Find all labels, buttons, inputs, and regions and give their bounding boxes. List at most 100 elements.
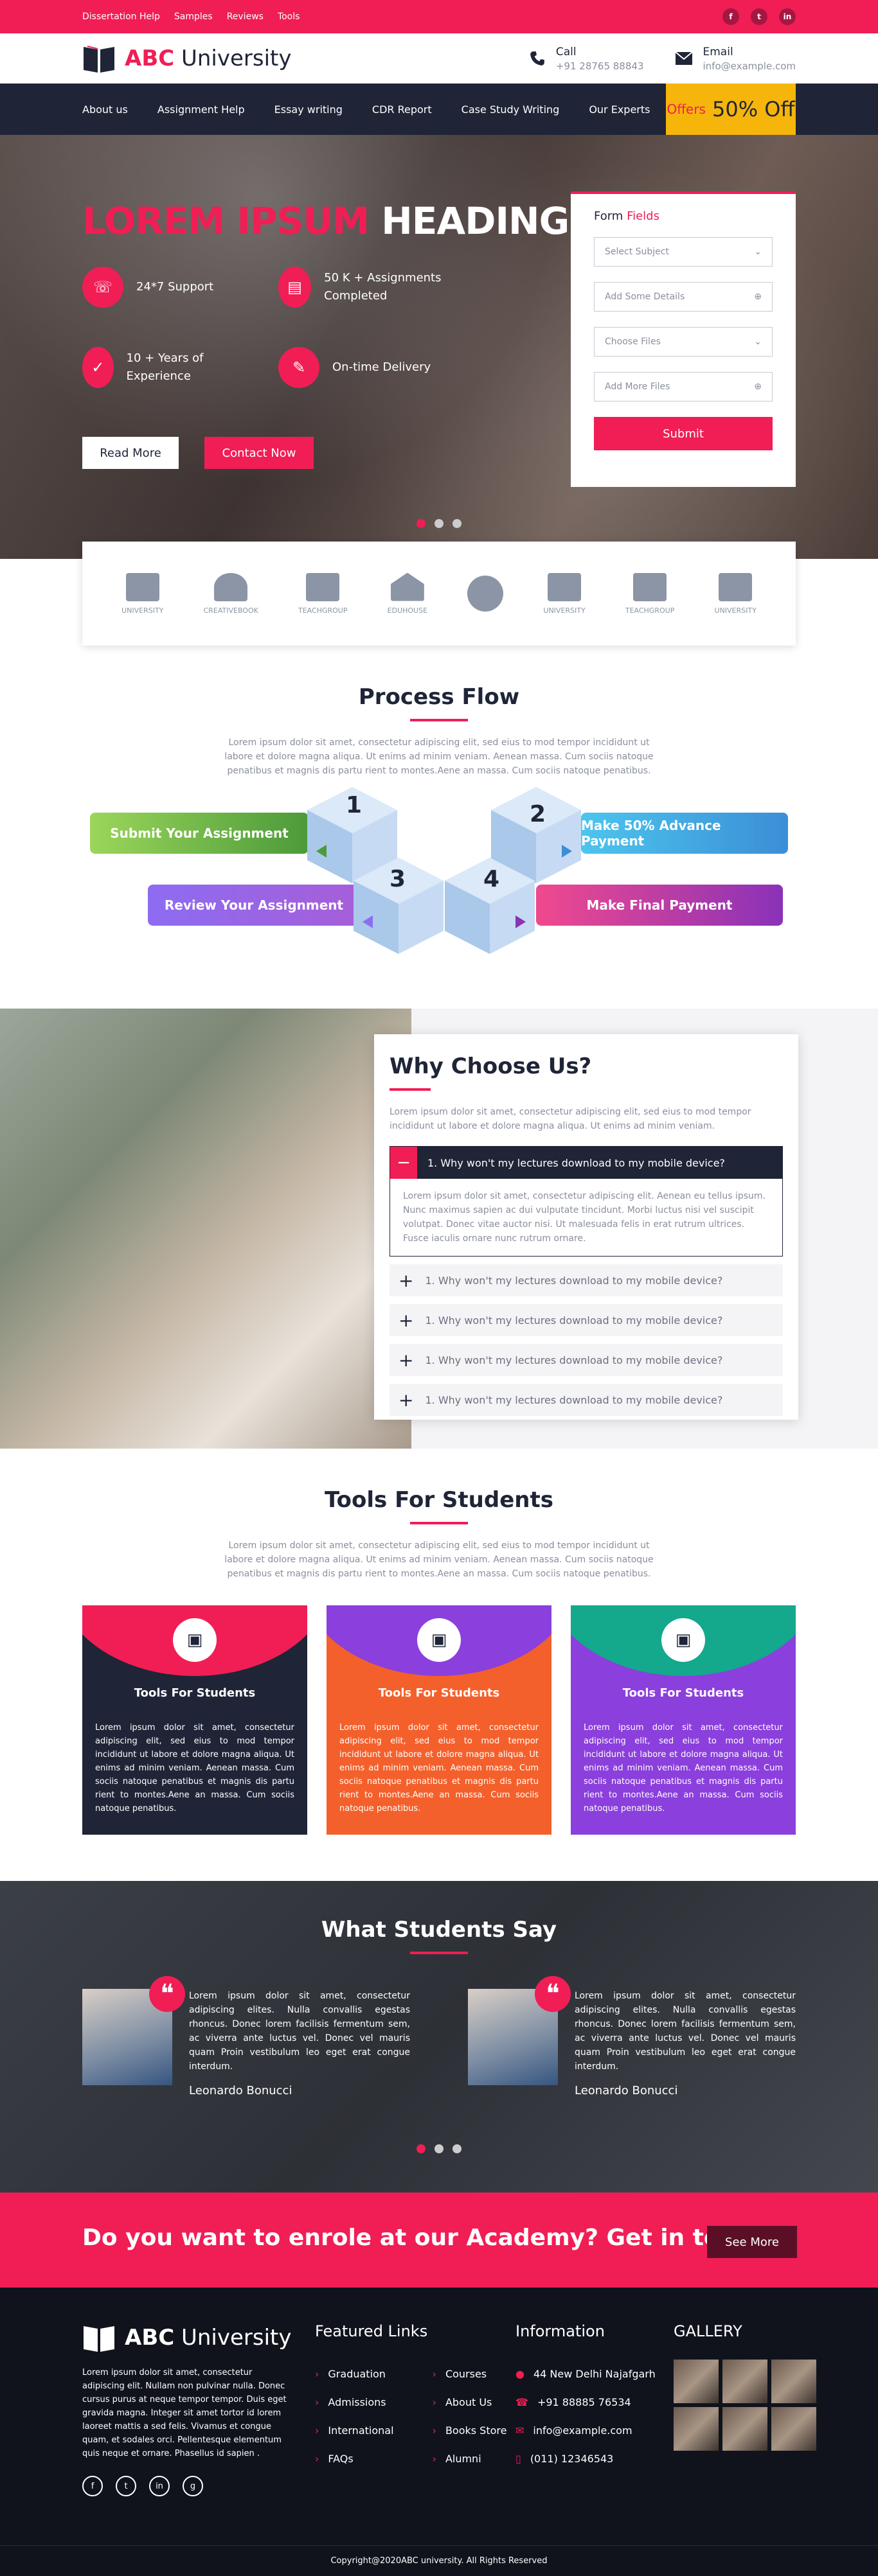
footer-link[interactable]: › About Us xyxy=(433,2388,507,2416)
footer-info-title: Information xyxy=(515,2322,605,2340)
logo[interactable]: ABC University xyxy=(82,43,292,74)
gallery-image[interactable] xyxy=(722,2360,767,2403)
plus-icon[interactable]: + xyxy=(399,1389,413,1411)
more-files-input[interactable]: Add More Files ⊕ xyxy=(594,372,773,401)
testimonials-title: What Students Say xyxy=(321,1917,557,1943)
slider-dot[interactable] xyxy=(435,519,443,528)
details-input[interactable]: Add Some Details ⊕ xyxy=(594,282,773,312)
tool-card-text: Lorem ipsum dolor sit amet, consectetur … xyxy=(584,1723,783,1813)
minus-icon[interactable]: − xyxy=(390,1147,417,1179)
faq-item[interactable]: +1. Why won't my lectures download to my… xyxy=(390,1264,783,1296)
nav-assignment-help[interactable]: Assignment Help xyxy=(157,103,245,116)
nav-essay-writing[interactable]: Essay writing xyxy=(274,103,343,116)
call-label: Call xyxy=(555,45,577,58)
slider-dot[interactable] xyxy=(417,2144,426,2153)
chevron-right-icon: › xyxy=(315,2452,319,2465)
quote-icon: ❝ xyxy=(535,1976,571,2012)
nav-about-us[interactable]: About us xyxy=(82,103,128,116)
feature-label: 10 + Years of Experience xyxy=(126,351,204,383)
faq-question[interactable]: − 1. Why won't my lectures download to m… xyxy=(390,1147,782,1179)
seal-logo-icon xyxy=(467,576,504,612)
faq-answer: Lorem ipsum dolor sit amet, consectetur … xyxy=(403,1191,766,1244)
testimonial-name: Leonardo Bonucci xyxy=(189,2084,292,2097)
top-links: Dissertation Help Samples Reviews Tools xyxy=(82,12,300,22)
plus-icon[interactable]: + xyxy=(399,1350,413,1371)
footer-link[interactable]: › Alumni xyxy=(433,2444,507,2473)
faq-question-text: 1. Why won't my lectures download to my … xyxy=(427,1156,725,1169)
main-nav: About us Assignment Help Essay writing C… xyxy=(0,84,878,135)
twitter-icon[interactable]: t xyxy=(116,2476,136,2496)
plus-icon[interactable]: + xyxy=(399,1270,413,1291)
faq-item[interactable]: +1. Why won't my lectures download to my… xyxy=(390,1384,783,1416)
offers-badge[interactable]: Offers 50% Off xyxy=(666,84,796,135)
contact-now-button[interactable]: Contact Now xyxy=(204,437,314,469)
student-photo: ❝ xyxy=(82,1976,185,2085)
tool-cards: ▣ Tools For Students Lorem ipsum dolor s… xyxy=(82,1605,796,1835)
testimonial-dots xyxy=(417,2144,461,2153)
footer-link[interactable]: › International xyxy=(315,2416,394,2444)
see-more-button[interactable]: See More xyxy=(707,2226,797,2258)
slider-dot[interactable] xyxy=(452,519,461,528)
footer-link[interactable]: › Admissions xyxy=(315,2388,394,2416)
chevron-down-icon: ⌄ xyxy=(754,337,762,347)
info-landline[interactable]: ▯ (011) 12346543 xyxy=(515,2444,656,2473)
top-link-samples[interactable]: Samples xyxy=(174,12,213,22)
gallery-image[interactable] xyxy=(722,2407,767,2451)
faq-question-text: 1. Why won't my lectures download to my … xyxy=(425,1314,723,1327)
testimonial-text: Lorem ipsum dolor sit amet, consectetur … xyxy=(575,1991,796,2072)
map-pin-icon: ● xyxy=(515,2367,524,2380)
subject-select[interactable]: Select Subject ⌄ xyxy=(594,237,773,267)
footer-logo[interactable]: ABC University xyxy=(82,2322,294,2353)
slider-dot[interactable] xyxy=(452,2144,461,2153)
info-phone[interactable]: ☎ +91 88885 76534 xyxy=(515,2388,656,2416)
email-address[interactable]: info@example.com xyxy=(703,60,796,72)
top-link-dissertation[interactable]: Dissertation Help xyxy=(82,12,160,22)
testimonial-card: ❝ Lorem ipsum dolor sit amet, consectetu… xyxy=(82,1976,410,2097)
feature-experience: ✓ 10 + Years of Experience xyxy=(82,347,237,388)
call-number[interactable]: +91 28765 88843 xyxy=(556,60,644,72)
logo-text: ABC University xyxy=(125,46,292,71)
testimonial-text: Lorem ipsum dolor sit amet, consectetur … xyxy=(189,1991,410,2072)
why-section: Why Choose Us? Lorem ipsum dolor sit ame… xyxy=(0,1009,878,1449)
faq-item[interactable]: +1. Why won't my lectures download to my… xyxy=(390,1344,783,1376)
tool-card-title: Tools For Students xyxy=(622,1686,744,1700)
footer-about: ABC University Lorem ipsum dolor sit ame… xyxy=(82,2322,294,2496)
facebook-icon[interactable]: f xyxy=(722,8,739,25)
gallery-image[interactable] xyxy=(771,2360,816,2403)
google-plus-icon[interactable]: g xyxy=(183,2476,203,2496)
submit-button[interactable]: Submit xyxy=(594,417,773,450)
gallery-image[interactable] xyxy=(674,2407,719,2451)
nav-cdr-report[interactable]: CDR Report xyxy=(372,103,432,116)
footer-link[interactable]: › FAQs xyxy=(315,2444,394,2473)
files-select[interactable]: Choose Files ⌄ xyxy=(594,327,773,357)
gallery-image[interactable] xyxy=(674,2360,719,2403)
nav-our-experts[interactable]: Our Experts xyxy=(589,103,650,116)
inquiry-form: Form Fields Select Subject ⌄ Add Some Det… xyxy=(571,191,796,487)
info-email[interactable]: ✉ info@example.com xyxy=(515,2416,656,2444)
tool-card[interactable]: ▣ Tools For Students Lorem ipsum dolor s… xyxy=(571,1605,796,1835)
read-more-button[interactable]: Read More xyxy=(82,437,179,469)
plus-circle-icon: ⊕ xyxy=(754,292,762,302)
student-photo: ❝ xyxy=(468,1976,571,2085)
title-underline xyxy=(410,1522,468,1524)
tool-card-text: Lorem ipsum dolor sit amet, consectetur … xyxy=(95,1723,294,1813)
tool-card[interactable]: ▣ Tools For Students Lorem ipsum dolor s… xyxy=(82,1605,307,1835)
hero-slider-dots xyxy=(417,519,461,528)
faq-item[interactable]: +1. Why won't my lectures download to my… xyxy=(390,1304,783,1336)
top-link-reviews[interactable]: Reviews xyxy=(227,12,264,22)
plus-icon[interactable]: + xyxy=(399,1310,413,1331)
top-link-tools[interactable]: Tools xyxy=(278,12,300,22)
slider-dot[interactable] xyxy=(435,2144,443,2153)
footer-link[interactable]: › Graduation xyxy=(315,2360,394,2388)
nav-case-study[interactable]: Case Study Writing xyxy=(461,103,560,116)
footer-link[interactable]: › Courses xyxy=(433,2360,507,2388)
footer-link[interactable]: › Books Store xyxy=(433,2416,507,2444)
gallery-image[interactable] xyxy=(771,2407,816,2451)
chevron-right-icon: › xyxy=(432,2395,436,2408)
linkedin-icon[interactable]: in xyxy=(149,2476,170,2496)
facebook-icon[interactable]: f xyxy=(82,2476,103,2496)
slider-dot[interactable] xyxy=(417,519,426,528)
tool-card[interactable]: ▣ Tools For Students Lorem ipsum dolor s… xyxy=(327,1605,551,1835)
twitter-icon[interactable]: t xyxy=(751,8,767,25)
linkedin-icon[interactable]: in xyxy=(779,8,796,25)
